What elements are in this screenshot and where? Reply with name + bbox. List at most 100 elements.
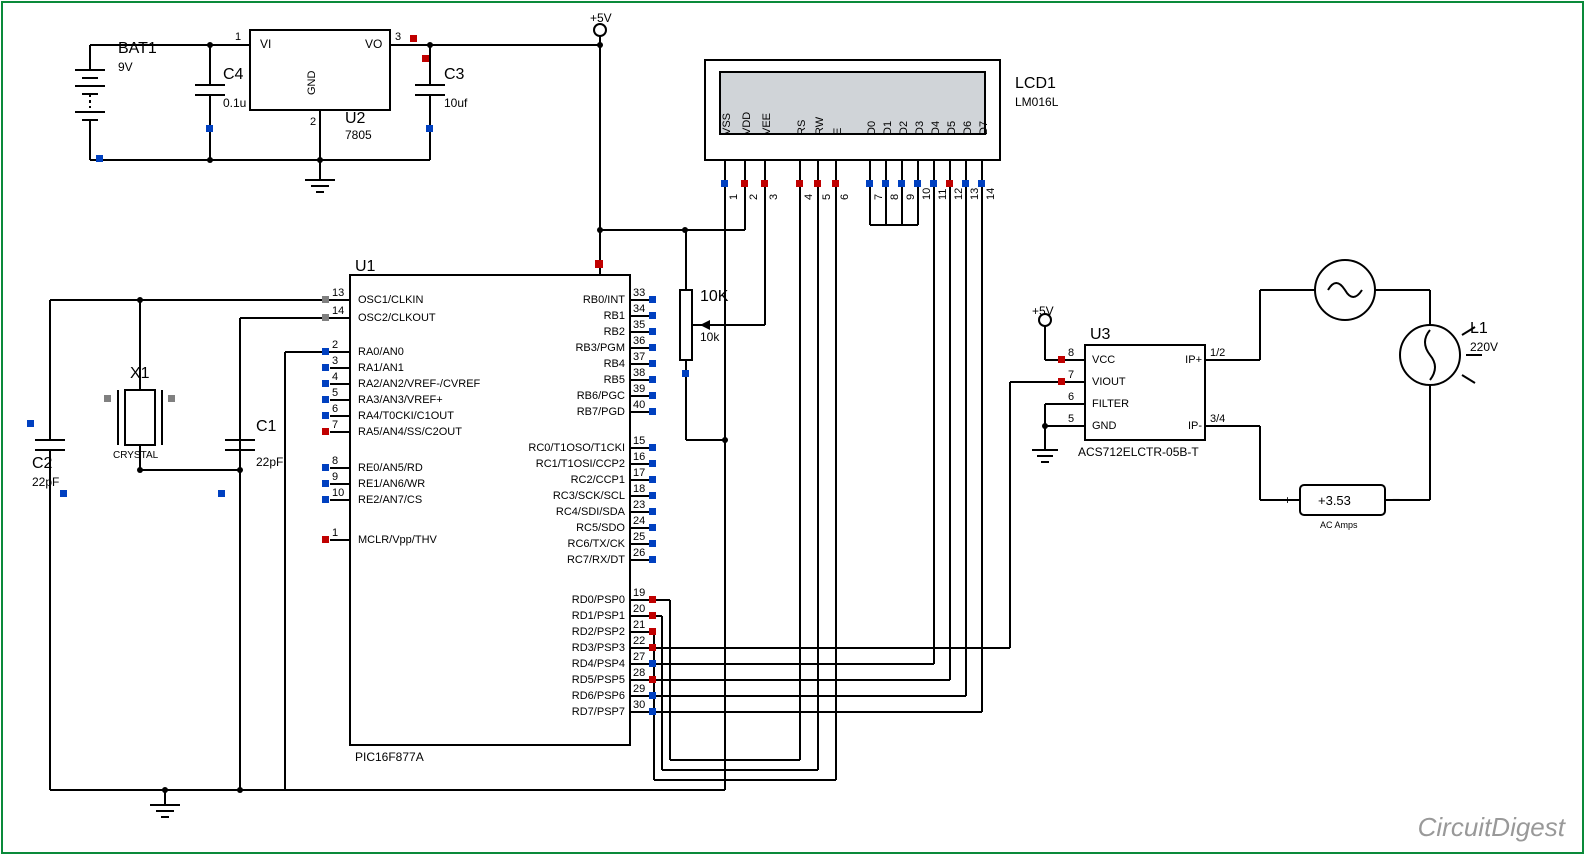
u1-left-pin-num: 10 (332, 487, 344, 499)
u1-right-pin-name: RB6/PGC (465, 390, 625, 402)
u1-right-pin-name: RC7/RX/DT (465, 554, 625, 566)
u1-right-pin-name: RB4 (465, 358, 625, 370)
u1-right-pin-num: 30 (633, 699, 645, 711)
u3-right-pin-num: 1/2 (1210, 347, 1225, 359)
u1-right-pin-num: 37 (633, 351, 645, 363)
u1-right-pin-name: RC5/SDO (465, 522, 625, 534)
u1-left-pin-num: 9 (332, 471, 338, 483)
u1-right-pin-name: RB0/INT (465, 294, 625, 306)
u1-right-pin-num: 28 (633, 667, 645, 679)
c1-name: C1 (256, 418, 276, 436)
u1-right-pin-num: 36 (633, 335, 645, 347)
lcd-pin-name: D5 (946, 121, 958, 135)
u1-right-pin-num: 20 (633, 603, 645, 615)
u3-right-pin-name: IP+ (1170, 354, 1202, 366)
rail-5v: +5V (590, 11, 612, 25)
u1-right-pin-num: 22 (633, 635, 645, 647)
u1-right-pin-num: 38 (633, 367, 645, 379)
u1-left-pin-name: OSC2/CLKOUT (358, 312, 436, 324)
u3-right-pin-name: IP- (1170, 420, 1202, 432)
u1-right-pin-num: 19 (633, 587, 645, 599)
u1-right-pin-name: RD7/PSP7 (465, 706, 625, 718)
u1-right-pin-num: 29 (633, 683, 645, 695)
ammeter-plus: + (1284, 493, 1291, 507)
u1-right-pin-name: RB3/PGM (465, 342, 625, 354)
lcd-pin-num: 1 (728, 194, 740, 200)
u1-right-pin-name: RB5 (465, 374, 625, 386)
u2-vi: VI (260, 37, 271, 51)
lcd-pin-num: 6 (839, 194, 851, 200)
ammeter-reading: +3.53 (1318, 493, 1351, 508)
lcd-pin-name: RW (814, 117, 826, 135)
u1-right-pin-num: 34 (633, 303, 645, 315)
u3-val: ACS712ELCTR-05B-T (1078, 445, 1199, 459)
lcd-pin-name: E (832, 128, 844, 135)
u1-left-pin-num: 2 (332, 339, 338, 351)
lcd-pin-name: VDD (741, 112, 753, 135)
u1-right-pin-name: RD2/PSP2 (465, 626, 625, 638)
schematic-canvas: +5V +5V VI VO GND 1 3 2 +3.53 AC Amps + … (0, 0, 1585, 855)
u1-right-pin-name: RC6/TX/CK (465, 538, 625, 550)
u1-right-pin-name: RC0/T1OSO/T1CKI (465, 442, 625, 454)
u1-left-pin-name: RE0/AN5/RD (358, 462, 423, 474)
lcd-pin-num: 14 (985, 188, 997, 200)
u1-left-pin-name: OSC1/CLKIN (358, 294, 423, 306)
lcd-pin-num: 12 (953, 188, 965, 200)
lcd-pin-num: 4 (803, 194, 815, 200)
u1-right-pin-num: 18 (633, 483, 645, 495)
u1-left-pin-name: RA3/AN3/VREF+ (358, 394, 443, 406)
c2-name: C2 (32, 455, 52, 473)
u1-right-pin-num: 40 (633, 399, 645, 411)
c1-val: 22pF (256, 455, 283, 469)
u1-left-pin-name: RE1/AN6/WR (358, 478, 425, 490)
u1-left-pin-num: 4 (332, 371, 338, 383)
lcd-pin-name: D1 (882, 121, 894, 135)
bat1-val: 9V (118, 60, 133, 74)
u1-left-pin-num: 7 (332, 419, 338, 431)
lcd-pin-num: 5 (821, 194, 833, 200)
u3-left-pin-name: FILTER (1092, 398, 1129, 410)
u1-right-pin-num: 25 (633, 531, 645, 543)
c4-name: C4 (223, 66, 243, 84)
x1-val: CRYSTAL (113, 450, 158, 461)
u1-left-pin-name: MCLR/Vpp/THV (358, 534, 437, 546)
u1-right-pin-num: 35 (633, 319, 645, 331)
pot-val: 10k (700, 330, 719, 344)
u1-left-pin-num: 6 (332, 403, 338, 415)
u2-val: 7805 (345, 128, 372, 142)
u3-right-pin-num: 3/4 (1210, 413, 1225, 425)
u1-left-pin-name: RA4/T0CKI/C1OUT (358, 410, 454, 422)
u1-right-pin-name: RB7/PGD (465, 406, 625, 418)
u3-left-pin-num: 5 (1068, 413, 1074, 425)
potentiometer (680, 290, 692, 360)
lcd-pin-num: 13 (969, 188, 981, 200)
u1-right-pin-name: RD6/PSP6 (465, 690, 625, 702)
lcd-name: LCD1 (1015, 75, 1056, 93)
lcd-pin-name: RS (796, 120, 808, 135)
u1-right-pin-num: 16 (633, 451, 645, 463)
u1-right-pin-num: 17 (633, 467, 645, 479)
u1-name: U1 (355, 258, 375, 276)
u1-right-pin-num: 39 (633, 383, 645, 395)
lcd-pin-num: 8 (889, 194, 901, 200)
lcd-pin-name: VSS (721, 113, 733, 135)
lcd-pin-name: D6 (962, 121, 974, 135)
u1-right-pin-name: RC1/T1OSI/CCP2 (465, 458, 625, 470)
u2-p2: 2 (310, 116, 316, 128)
c3-val: 10uf (444, 96, 467, 110)
u1-right-pin-name: RC4/SDI/SDA (465, 506, 625, 518)
u2-name: U2 (345, 110, 365, 128)
u1-right-pin-num: 27 (633, 651, 645, 663)
u1-left-pin-num: 14 (332, 305, 344, 317)
capacitor-c3 (415, 45, 445, 160)
u3-name: U3 (1090, 326, 1110, 344)
c2-val: 22pF (32, 475, 59, 489)
u1-left-pin-name: RA5/AN4/SS/C2OUT (358, 426, 462, 438)
lcd-pin-name: D0 (866, 121, 878, 135)
lcd-pin-name: VEE (761, 113, 773, 135)
u1-right-pin-num: 24 (633, 515, 645, 527)
rail-5v-u3: +5V (1032, 304, 1054, 318)
u1-val: PIC16F877A (355, 750, 424, 764)
u3-left-pin-num: 8 (1068, 347, 1074, 359)
c4-val: 0.1u (223, 96, 246, 110)
